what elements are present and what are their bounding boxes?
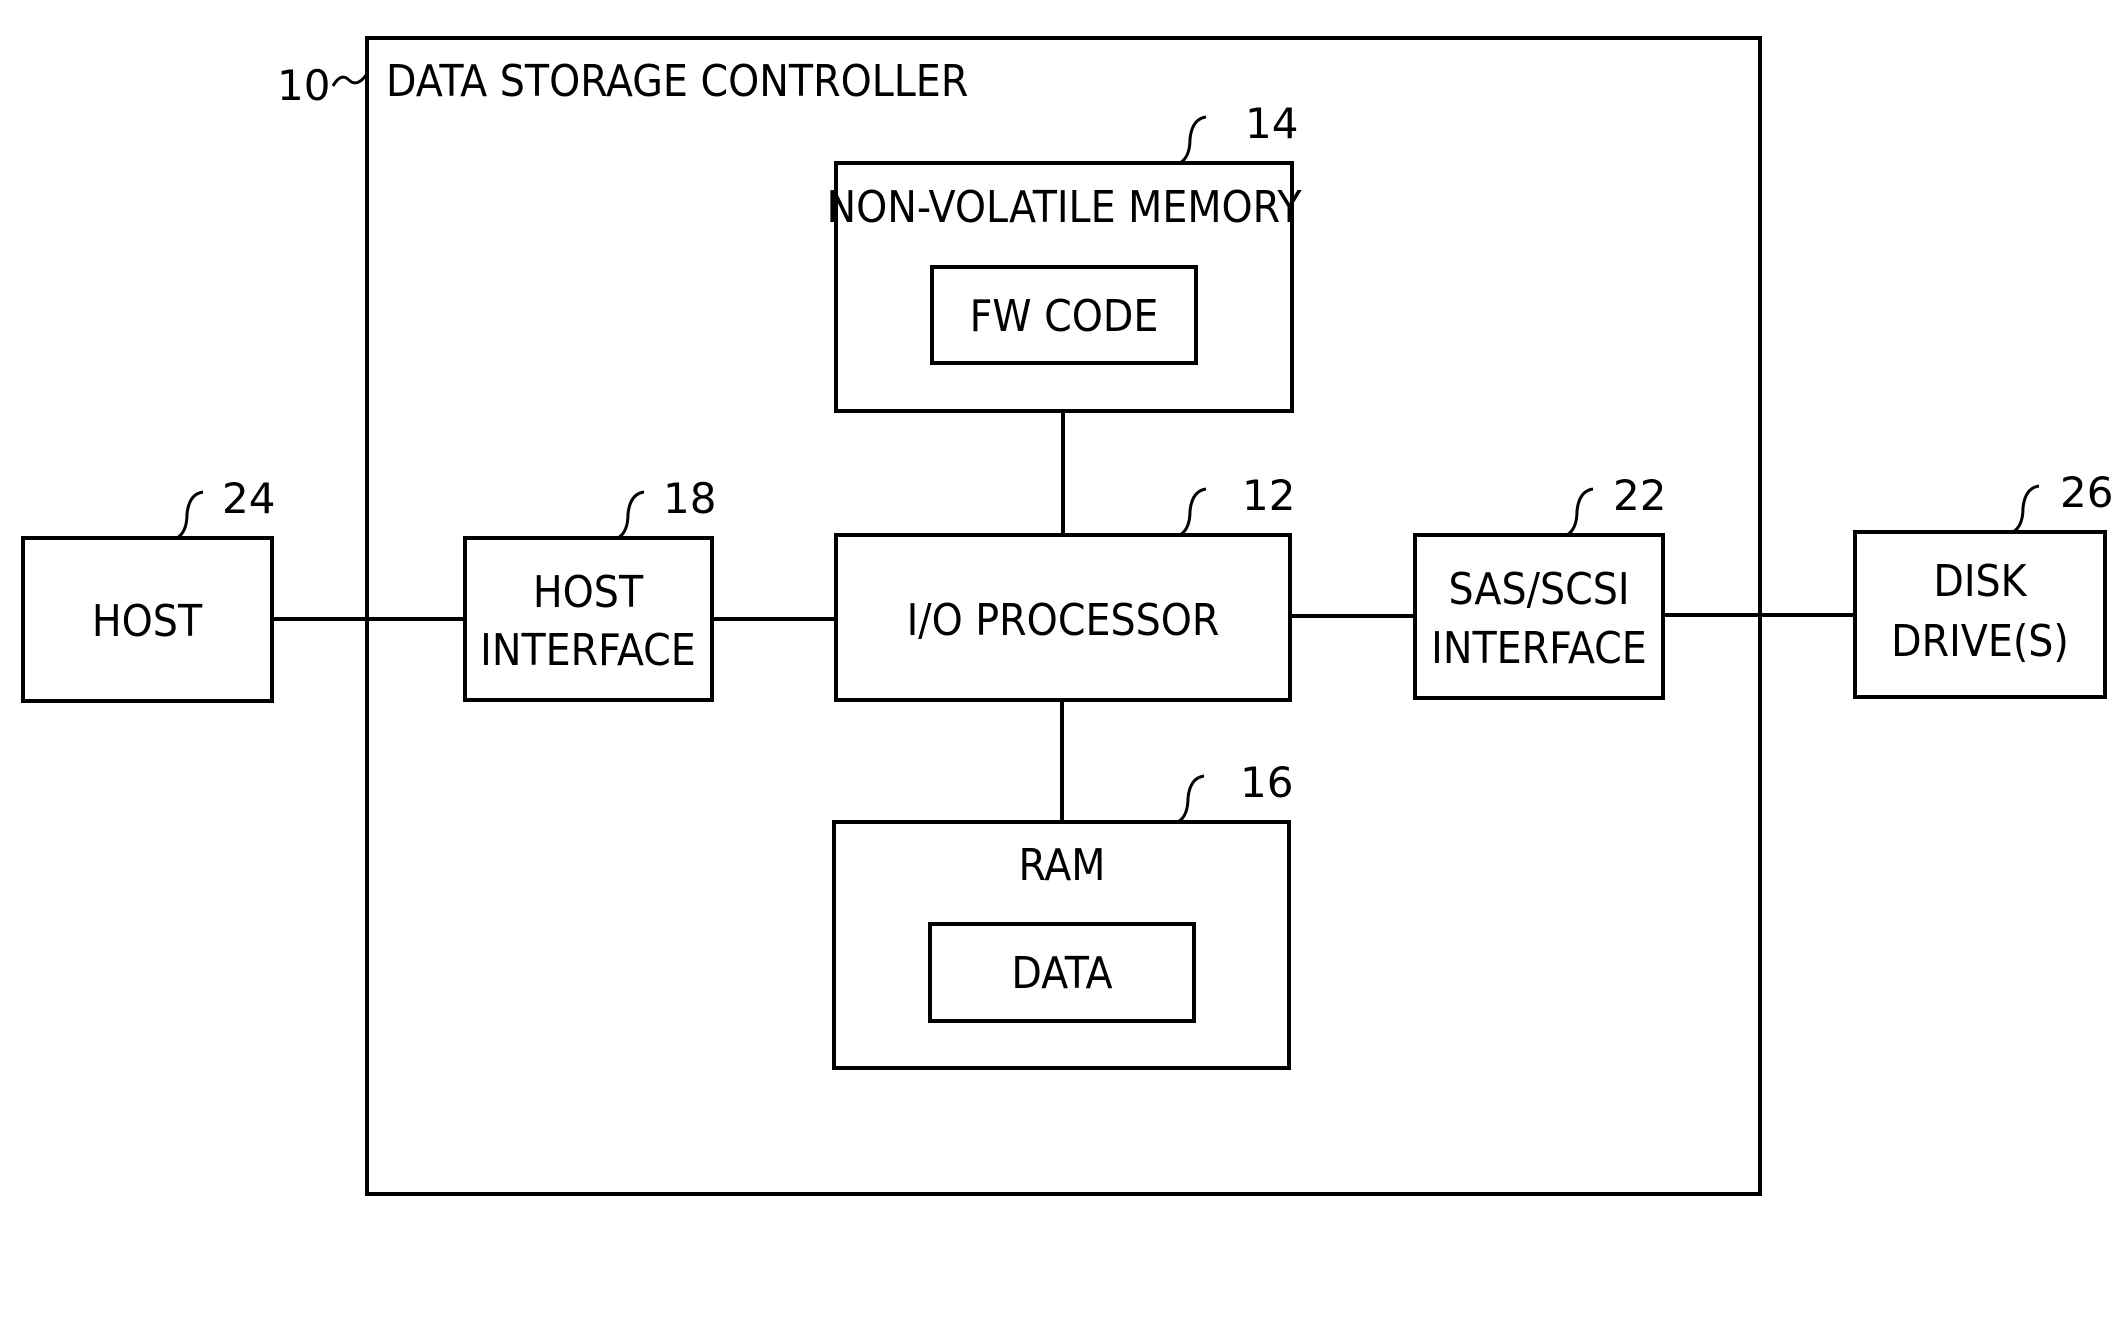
leader-16 — [1177, 774, 1205, 824]
ram-label: RAM — [1019, 840, 1106, 891]
ref-22: 22 — [1613, 471, 1666, 520]
sas-line1: SAS/SCSI — [1448, 564, 1629, 615]
leader-14 — [1179, 115, 1207, 165]
fw-code-label: FW CODE — [970, 291, 1159, 342]
io-processor-label: I/O PROCESSOR — [907, 595, 1220, 646]
leader-10 — [331, 73, 369, 87]
leader-22 — [1566, 487, 1594, 537]
disk-line2: DRIVE(S) — [1891, 616, 2069, 667]
sas-line2: INTERFACE — [1431, 623, 1647, 674]
nvm-label: NON-VOLATILE MEMORY — [826, 182, 1302, 233]
ref-24: 24 — [222, 474, 275, 523]
leader-26 — [2012, 484, 2040, 534]
host-interface-line2: INTERFACE — [480, 625, 696, 676]
data-label: DATA — [1011, 948, 1112, 999]
host-label: HOST — [92, 596, 203, 647]
ref-10: 10 — [277, 61, 330, 110]
ref-16: 16 — [1240, 758, 1293, 807]
ref-18: 18 — [663, 474, 716, 523]
block-diagram: 10 14 12 16 24 18 22 26 DATA STORAGE CON… — [21, 36, 2113, 1196]
leader-18 — [617, 490, 645, 540]
leader-12 — [1179, 487, 1207, 537]
ref-26: 26 — [2060, 468, 2113, 517]
ref-12: 12 — [1242, 471, 1295, 520]
disk-line1: DISK — [1933, 556, 2027, 607]
host-interface-line1: HOST — [533, 567, 644, 618]
controller-title: DATA STORAGE CONTROLLER — [386, 56, 968, 107]
ref-14: 14 — [1245, 99, 1298, 148]
leader-24 — [176, 490, 204, 540]
